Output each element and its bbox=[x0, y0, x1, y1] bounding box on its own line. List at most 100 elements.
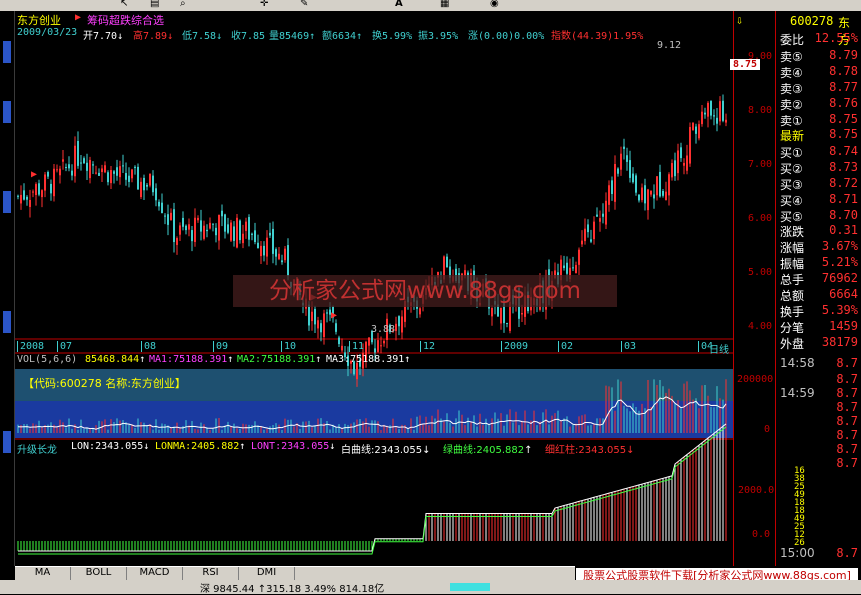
indicator-green: 绿曲线:2405.882↑ bbox=[443, 441, 532, 456]
ask-value: 8.77 bbox=[829, 80, 858, 94]
cursor-icon[interactable]: ✛ bbox=[260, 0, 268, 9]
volume-title: VOL(5,6,6) bbox=[17, 354, 78, 365]
down-arrow-icon: ↓ bbox=[626, 445, 635, 456]
close-value: 7.85 bbox=[241, 31, 266, 42]
chart-area[interactable]: 东方创业 ▶ 筹码超跌综合选 2009/03/23 开7.70↓ 高7.89↓ … bbox=[15, 11, 733, 566]
time-tick: 12 bbox=[420, 341, 435, 352]
volume-axis-top: 200000 bbox=[737, 374, 774, 385]
change-value: (0.00)0.00% bbox=[478, 31, 545, 42]
price-tick: 8.00 bbox=[748, 105, 773, 116]
chart-icon[interactable]: ▤ bbox=[150, 0, 159, 9]
index-label: 指数(44.39)1.95% bbox=[551, 27, 643, 42]
outer-disk-row: 外盘 38179 bbox=[778, 335, 860, 351]
pen-icon[interactable]: ✎ bbox=[300, 0, 308, 9]
ask-label: 卖④ bbox=[780, 66, 803, 80]
indicator-name[interactable]: 筹码超跌综合选 bbox=[87, 12, 164, 28]
volume-axis-zero: 0 bbox=[764, 424, 771, 435]
up-arrow-icon: ↑ bbox=[227, 354, 234, 365]
strip-marker bbox=[3, 191, 11, 213]
tick-price: 8.7 bbox=[836, 428, 858, 442]
order-ratio-row: 委比 12.55% bbox=[778, 31, 860, 47]
time-tick: 02 bbox=[558, 341, 573, 352]
open-value: 7.70 bbox=[93, 31, 118, 42]
tick-row: 8.7 bbox=[778, 400, 860, 415]
palette-icon[interactable]: ◉ bbox=[490, 0, 499, 9]
stat-label: 换手 bbox=[780, 305, 805, 319]
tab-dmi[interactable]: DMI bbox=[239, 567, 295, 580]
stat-row: 换手 5.39% bbox=[778, 303, 860, 319]
tab-boll[interactable]: BOLL bbox=[71, 567, 127, 580]
up-arrow-icon: ↑ bbox=[309, 31, 316, 42]
alarm-icon[interactable]: ⇩ bbox=[736, 13, 743, 27]
close-label-text: 收 bbox=[231, 31, 241, 42]
bid-value: 8.72 bbox=[829, 176, 858, 190]
up-arrow-icon: ↑ bbox=[404, 354, 411, 365]
volume-ma2: MA2:75188.391↑ bbox=[237, 354, 321, 365]
zoom-icon[interactable]: ⌕ bbox=[180, 0, 186, 9]
index-value: (44.39)1.95% bbox=[571, 31, 644, 42]
price-tick: 6.00 bbox=[748, 213, 773, 224]
arrow-icon[interactable]: ↖ bbox=[120, 0, 128, 9]
bid-row: 买⑤ 8.70 bbox=[778, 208, 860, 224]
latest-value: 8.75 bbox=[829, 127, 858, 141]
stock-name[interactable]: 东方创业 bbox=[17, 12, 61, 28]
bid-label: 买④ bbox=[780, 194, 803, 208]
bid-label: 买② bbox=[780, 162, 803, 176]
bid-value: 8.71 bbox=[829, 192, 858, 206]
ask-row: 卖② 8.76 bbox=[778, 96, 860, 112]
market-status: 深 9845.44 ↑315.18 3.49% 814.18亿 bbox=[200, 584, 385, 595]
change-label-text: 涨 bbox=[468, 31, 478, 42]
stat-label: 分笔 bbox=[780, 321, 805, 335]
stat-row: 振幅 5.21% bbox=[778, 255, 860, 271]
tab-rsi[interactable]: RSI bbox=[183, 567, 239, 580]
quote-panel: 600278 东方 委比 12.55% 卖⑤ 8.79 卖④ 8.78 卖③ 8.77 卖②… bbox=[775, 11, 861, 566]
strip-marker bbox=[3, 431, 11, 453]
ask-value: 8.78 bbox=[829, 64, 858, 78]
low-label: 低7.58↓ bbox=[182, 27, 222, 42]
time-tick: 10 bbox=[281, 341, 296, 352]
indicator-lont: LONT:2343.055↓ bbox=[251, 441, 335, 452]
status-bar: 深 9845.44 ↑315.18 3.49% 814.18亿 bbox=[0, 580, 861, 595]
toolbar: ↖ ▤ ⌕ ✛ ✎ A ▦ ◉ bbox=[0, 0, 861, 11]
time-tick: 2008 bbox=[17, 341, 44, 352]
left-scrollbar[interactable] bbox=[0, 11, 15, 566]
close-price: 8.7 bbox=[836, 546, 858, 560]
bid-label: 买① bbox=[780, 146, 803, 160]
indicator-tabs: MA BOLL MACD RSI DMI bbox=[15, 566, 575, 581]
stat-value: 1459 bbox=[829, 319, 858, 333]
close-tick-row: 15:00 8.7 bbox=[778, 546, 860, 561]
current-price-tag: 8.75 bbox=[730, 59, 761, 70]
grid-icon[interactable]: ▦ bbox=[440, 0, 449, 9]
tab-ma[interactable]: MA bbox=[15, 567, 71, 580]
open-label-text: 开 bbox=[83, 31, 93, 42]
tick-price: 8.7 bbox=[836, 386, 858, 400]
index-label-text: 指数 bbox=[551, 31, 571, 42]
stock-code: 600278 bbox=[790, 14, 834, 28]
turnover-label: 换5.99% bbox=[372, 27, 412, 42]
tick-row: 14:58 8.7 bbox=[778, 356, 860, 371]
tick-time: 14:58 bbox=[780, 356, 815, 370]
tab-macd[interactable]: MACD bbox=[127, 567, 183, 580]
bid-label: 买③ bbox=[780, 178, 803, 192]
strip-marker bbox=[3, 41, 11, 63]
time-tick: 09 bbox=[213, 341, 228, 352]
green-curve-value: 绿曲线:2405.882 bbox=[443, 445, 525, 456]
up-arrow-icon: ↑ bbox=[239, 441, 246, 452]
order-ratio-value: 12.55% bbox=[814, 31, 858, 45]
status-progress bbox=[450, 583, 490, 591]
ask-label: 卖③ bbox=[780, 82, 803, 96]
bid-row: 买① 8.74 bbox=[778, 144, 860, 160]
indicator-lonma: LONMA:2405.882↑ bbox=[155, 441, 245, 452]
text-tool-button[interactable]: A bbox=[395, 0, 403, 9]
watermark: 分析家公式网www.88gs.com bbox=[233, 275, 617, 307]
amount-label-text: 额 bbox=[322, 31, 332, 42]
tick-price: 8.7 bbox=[836, 414, 858, 428]
up-arrow-icon: ↑ bbox=[315, 354, 322, 365]
stat-label: 涨幅 bbox=[780, 241, 805, 255]
ma3-value: 75188.391 bbox=[350, 354, 405, 365]
volume-label-text: 量 bbox=[269, 31, 279, 42]
amount-label: 额6634↑ bbox=[322, 27, 362, 42]
time-axis-unit[interactable]: 日线 bbox=[709, 341, 729, 356]
turnover-label-text: 换 bbox=[372, 31, 382, 42]
ma2-value: 75188.391 bbox=[261, 354, 316, 365]
